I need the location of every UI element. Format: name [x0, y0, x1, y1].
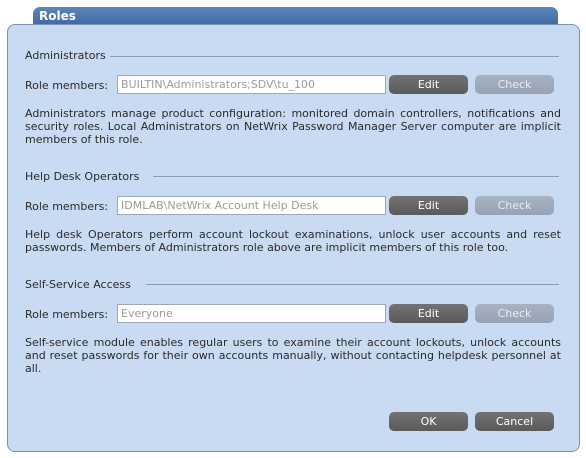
section-divider — [146, 284, 559, 285]
self-service-members-field[interactable]: Everyone — [117, 304, 386, 323]
administrators-members-field[interactable]: BUILTIN\Administrators;SDV\tu_100 — [117, 75, 386, 94]
self-service-description: Self-service module enables regular user… — [25, 336, 561, 375]
cancel-button[interactable]: Cancel — [475, 412, 554, 431]
self-service-check-button[interactable]: Check — [475, 304, 554, 323]
help-desk-edit-button[interactable]: Edit — [389, 196, 468, 215]
section-title-self-service-access: Self-Service Access — [25, 278, 131, 291]
administrators-check-button[interactable]: Check — [475, 75, 554, 94]
roles-dialog: Administrators Role members: BUILTIN\Adm… — [7, 24, 580, 452]
administrators-description: Administrators manage product configurat… — [25, 107, 561, 146]
self-service-edit-button[interactable]: Edit — [389, 304, 468, 323]
help-desk-check-button[interactable]: Check — [475, 196, 554, 215]
section-title-administrators: Administrators — [25, 49, 106, 62]
ok-button[interactable]: OK — [389, 412, 468, 431]
help-desk-description: Help desk Operators perform account lock… — [25, 228, 561, 254]
administrators-edit-button[interactable]: Edit — [389, 75, 468, 94]
role-members-label: Role members: — [25, 79, 109, 92]
dialog-title: Roles — [33, 7, 558, 25]
role-members-label: Role members: — [25, 308, 109, 321]
section-divider — [153, 176, 559, 177]
role-members-label: Role members: — [25, 200, 109, 213]
section-title-help-desk-operators: Help Desk Operators — [25, 170, 140, 183]
help-desk-members-field[interactable]: IDMLAB\NetWrix Account Help Desk — [117, 196, 386, 215]
section-divider — [110, 56, 559, 57]
